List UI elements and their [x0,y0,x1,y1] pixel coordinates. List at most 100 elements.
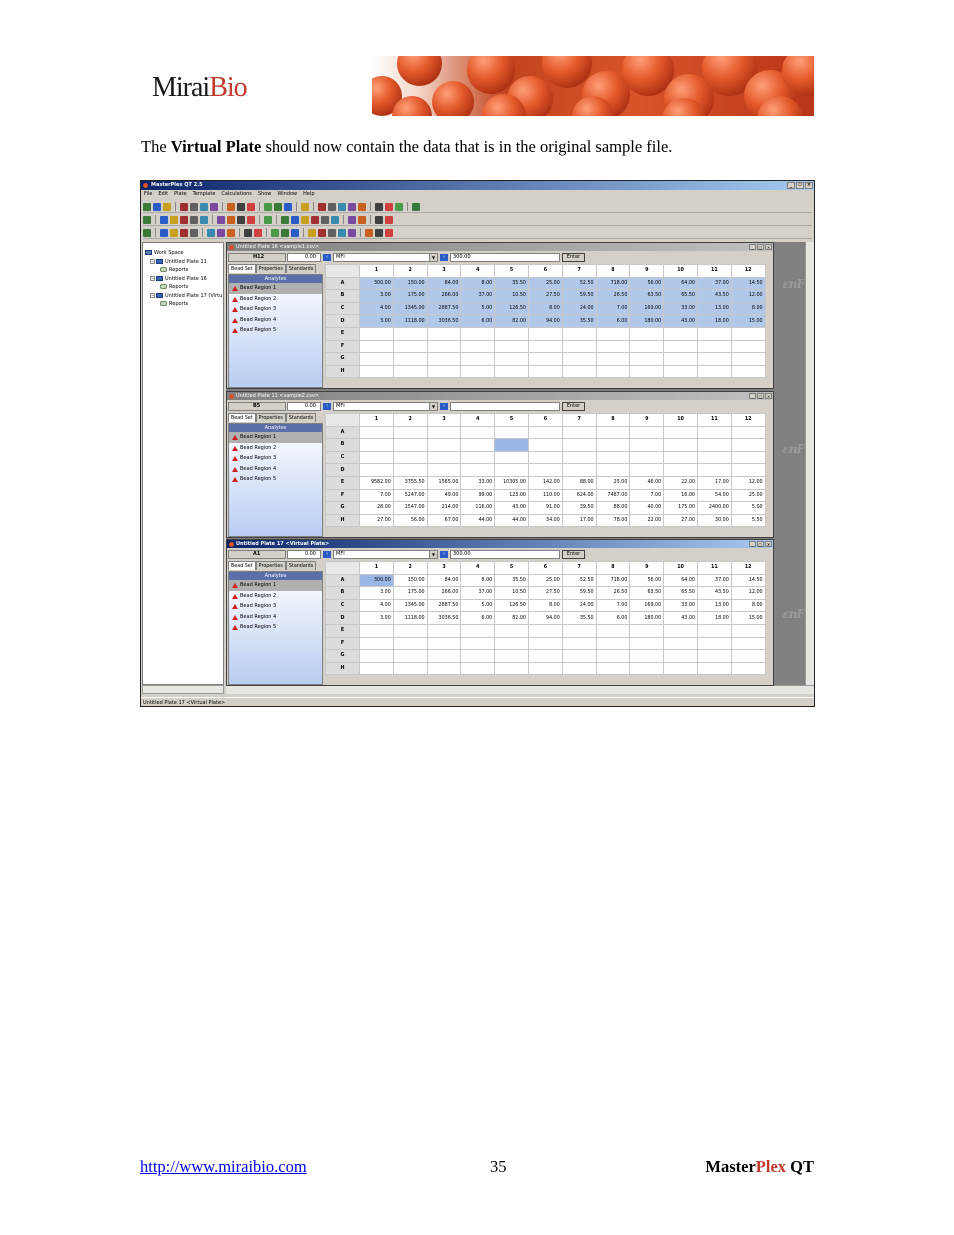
well-cell[interactable] [527,352,563,366]
well-cell[interactable]: 27.50 [527,289,563,303]
well-cell[interactable]: 4.00 [359,301,394,316]
well-cell[interactable]: 7487.00 [595,488,631,503]
row-header[interactable]: E [325,326,360,341]
well-cell[interactable]: 12.00 [730,475,766,490]
well-cell[interactable]: 49.00 [426,488,462,503]
analyte-item[interactable]: Bead Region 5 [229,325,322,336]
well-cell[interactable]: 175.00 [663,501,698,515]
well-cell[interactable]: 67.00 [426,513,462,528]
well-cell[interactable] [359,438,394,452]
toolbar-button-icon[interactable] [247,215,255,224]
well-cell[interactable] [663,438,698,452]
well-cell[interactable]: 52.50 [561,573,597,588]
well-cell[interactable]: 10305.00 [494,475,529,490]
well-cell[interactable]: 84.00 [426,276,462,291]
column-header[interactable]: 1 [359,561,394,575]
toolbar-button-icon[interactable] [348,228,356,237]
well-cell[interactable] [663,425,698,440]
toolbar-button-icon[interactable] [170,228,178,237]
well-cell[interactable] [595,326,631,341]
well-cell[interactable] [527,463,563,477]
well-cell[interactable] [359,425,394,440]
well-cell[interactable]: 27.50 [527,586,563,600]
well-cell[interactable] [629,636,665,651]
tree-item-plate[interactable]: − Untitled Plate 11 [143,258,223,267]
well-cell[interactable]: 44.00 [494,513,529,528]
well-cell[interactable]: 169.00 [629,598,665,613]
well-cell[interactable] [527,661,563,676]
toolbar-button-icon[interactable] [348,202,356,211]
well-cell[interactable]: 3.00 [359,586,394,600]
well-cell[interactable] [629,649,665,663]
well-cell[interactable]: 33.00 [663,598,698,613]
well-cell[interactable] [527,364,563,379]
well-cell[interactable]: 28.00 [359,501,394,515]
well-cell[interactable]: 37.00 [696,573,732,588]
well-cell[interactable]: 180.00 [629,611,665,625]
column-header[interactable]: 6 [527,413,563,427]
well-cell[interactable]: 7.00 [629,488,665,503]
well-cell[interactable]: 150.00 [392,276,428,291]
toolbar-button-icon[interactable] [311,215,319,224]
well-cell[interactable]: 8.00 [527,301,563,316]
well-cell[interactable]: 142.00 [527,475,563,490]
well-cell[interactable] [494,425,529,440]
column-header[interactable]: 1 [359,413,394,427]
well-cell[interactable]: 12.00 [730,289,766,303]
plate-close-button[interactable]: × [765,243,772,250]
well-cell[interactable] [392,649,428,663]
well-cell[interactable] [392,364,428,379]
well-cell[interactable] [595,450,631,465]
column-header[interactable]: 5 [494,264,529,278]
well-cell[interactable]: 1118.00 [392,611,428,625]
well-cell[interactable] [595,661,631,676]
toolbar-button-icon[interactable] [170,215,178,224]
chevron-down-icon[interactable]: ▼ [429,254,437,261]
well-cell[interactable] [460,450,496,465]
toolbar-button-icon[interactable] [375,215,383,224]
well-cell[interactable]: 39.50 [561,501,597,515]
well-cell[interactable] [494,649,529,663]
grid-corner[interactable] [325,413,360,427]
row-header[interactable]: D [325,463,360,477]
well-cell[interactable]: 18.00 [696,611,732,625]
column-header[interactable]: 10 [663,264,698,278]
well-cell[interactable]: 16.00 [663,488,698,503]
plate-minimize-button[interactable]: _ [749,243,756,250]
well-cell[interactable] [629,364,665,379]
toolbar-button-icon[interactable] [385,228,393,237]
well-cell[interactable]: 15.00 [730,314,766,328]
well-cell[interactable] [595,425,631,440]
well-cell[interactable] [527,438,563,452]
cell-value-field[interactable]: 0.00 [287,550,321,559]
tab-bead-set[interactable]: Bead Set [228,561,256,570]
well-cell[interactable]: 59.50 [561,289,597,303]
well-cell[interactable] [359,636,394,651]
well-cell[interactable]: 8.00 [730,598,766,613]
column-header[interactable]: 9 [629,413,665,427]
toolbar-button-icon[interactable] [200,202,208,211]
well-cell[interactable]: 13.00 [696,598,732,613]
well-cell[interactable] [561,352,597,366]
well-cell[interactable] [392,438,428,452]
well-cell[interactable]: 43.50 [696,289,732,303]
well-cell[interactable] [663,450,698,465]
well-cell[interactable]: 266.00 [426,289,462,303]
toolbar-button-icon[interactable] [217,215,225,224]
toolbar-button-icon[interactable] [358,215,366,224]
toolbar-button-icon[interactable] [375,228,383,237]
well-cell[interactable] [561,438,597,452]
well-cell[interactable] [426,339,462,354]
column-header[interactable]: 2 [392,264,428,278]
well-cell[interactable]: 126.50 [494,301,529,316]
well-cell[interactable]: 624.00 [561,488,597,503]
well-cell[interactable]: 26.50 [595,289,631,303]
well-cell[interactable]: 2400.00 [696,501,732,515]
menu-item-help[interactable]: Help [303,190,314,199]
well-cell[interactable] [527,450,563,465]
well-cell[interactable]: 5.00 [460,598,496,613]
row-header[interactable]: G [325,352,360,366]
column-header[interactable]: 11 [696,561,732,575]
well-cell[interactable]: 65.50 [663,586,698,600]
column-header[interactable]: 7 [561,561,597,575]
